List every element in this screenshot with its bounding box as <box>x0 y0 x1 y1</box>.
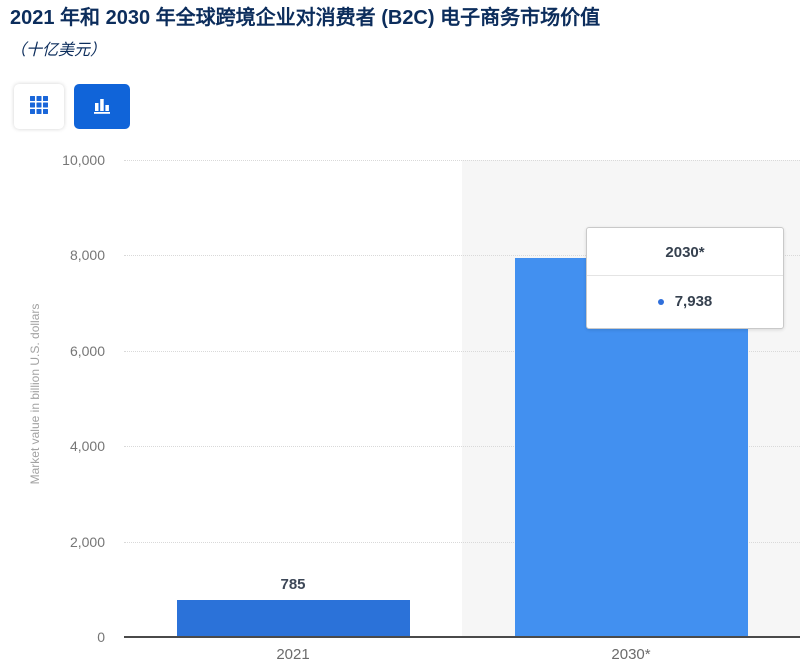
bar-chart-icon <box>92 95 112 118</box>
bar-2021[interactable] <box>177 600 410 637</box>
gridline <box>124 160 800 161</box>
chart-subtitle: （十亿美元） <box>10 36 106 60</box>
bar-value-label: 785 <box>233 576 353 593</box>
series-dot-icon <box>658 299 664 305</box>
tooltip: 2030* 7,938 <box>586 227 784 329</box>
bar-chart: 02,0004,0006,0008,00010,000 Market value… <box>0 140 800 670</box>
tooltip-header: 2030* <box>587 228 783 276</box>
tooltip-value: 7,938 <box>675 293 713 310</box>
y-tick-label: 0 <box>25 629 105 645</box>
y-tick-label: 10,000 <box>25 152 105 168</box>
view-toggle-toolbar <box>14 84 130 129</box>
y-axis-title: Market value in billion U.S. dollars <box>28 234 44 554</box>
x-tick-label: 2030* <box>571 646 691 663</box>
grid-icon <box>29 95 49 118</box>
chart-view-button[interactable] <box>74 84 130 129</box>
x-tick-label: 2021 <box>233 646 353 663</box>
tooltip-body: 7,938 <box>587 276 783 328</box>
x-axis-line <box>124 636 800 638</box>
table-view-button[interactable] <box>14 84 64 129</box>
chart-title: 2021 年和 2030 年全球跨境企业对消费者 (B2C) 电子商务市场价值 <box>10 6 790 30</box>
